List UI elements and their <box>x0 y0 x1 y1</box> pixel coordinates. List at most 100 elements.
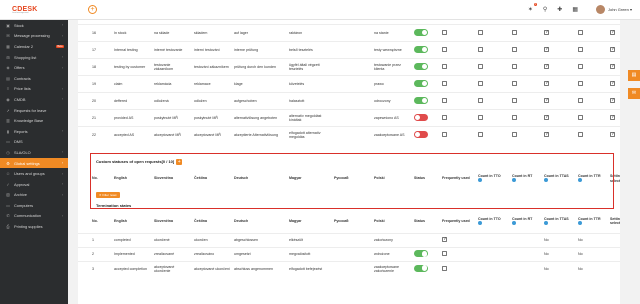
envelope-icon: ✉ <box>6 33 10 39</box>
sidebar-item-cmdb[interactable]: ◉ CMDB › <box>0 94 68 105</box>
checkbox[interactable] <box>578 132 583 138</box>
chat-icon[interactable]: ✉ <box>628 88 640 99</box>
sidebar-item-communication[interactable]: ✆ Communication › <box>0 211 68 222</box>
sidebar-item-calendar-2[interactable]: ▦ Calendar 2 Beta <box>0 41 68 52</box>
sidebar-item-computers[interactable]: ▭ Computers <box>0 200 68 211</box>
grid-icon[interactable]: ▦ <box>572 6 578 13</box>
sidebar-item-shopping-list[interactable]: ⊞ Shopping list › <box>0 52 68 63</box>
column-header: Русский <box>332 210 372 234</box>
sidebar-item-requests-for-leave[interactable]: ➚ Requests for leave <box>0 105 68 116</box>
checkbox-checked[interactable] <box>610 47 615 52</box>
checkbox-checked[interactable] <box>610 30 615 35</box>
info-icon[interactable] <box>578 220 582 225</box>
sidebar-item-message-processing[interactable]: ✉ Message processing › <box>0 31 68 42</box>
sidebar-item-knowledge-base[interactable]: ▥ Knowledge Base <box>0 115 68 126</box>
checkbox-checked[interactable] <box>544 64 549 69</box>
checkbox[interactable] <box>442 97 447 103</box>
checkbox[interactable] <box>578 63 583 69</box>
cell-cs: zrealizováno <box>192 247 232 262</box>
status-toggle[interactable] <box>414 250 428 258</box>
checkbox[interactable] <box>512 80 517 86</box>
checkbox-checked[interactable] <box>544 81 549 86</box>
checkbox[interactable] <box>512 97 517 103</box>
checkbox-checked[interactable] <box>610 98 615 103</box>
column-header-label: Count in RT <box>512 216 533 221</box>
checkbox[interactable] <box>578 80 583 86</box>
cell-hu: alternatív megoldást kínáltak <box>287 109 332 127</box>
settings-icon[interactable]: ✚ <box>557 6 562 13</box>
cart-icon[interactable]: ▤ <box>628 70 640 81</box>
chat-icon: ✆ <box>6 213 10 219</box>
status-toggle[interactable] <box>414 45 428 53</box>
checkbox[interactable] <box>578 46 583 52</box>
checkbox-checked[interactable] <box>544 30 549 35</box>
column-header: Polski <box>372 210 412 234</box>
checkbox[interactable] <box>478 132 483 138</box>
cell-en: accepted completion <box>112 261 152 276</box>
checkbox[interactable] <box>442 265 447 271</box>
checkbox[interactable] <box>578 97 583 103</box>
sidebar-item-printing-supplies[interactable]: ⎙ Printing supplies <box>0 221 68 232</box>
sidebar-item-global-settings[interactable]: ⚙ Global settings › <box>0 157 68 169</box>
status-toggle[interactable] <box>414 28 428 36</box>
checkbox[interactable] <box>478 29 483 35</box>
checkbox[interactable] <box>442 114 447 120</box>
checkbox[interactable] <box>512 29 517 35</box>
checkbox[interactable] <box>512 114 517 120</box>
pin-icon[interactable]: ⚲ <box>543 6 547 13</box>
checkbox[interactable] <box>478 80 483 86</box>
status-toggle[interactable] <box>414 62 428 70</box>
cell-hu: raktáron <box>287 24 332 42</box>
megaphone-icon[interactable]: ✶ 1 <box>528 3 537 13</box>
status-toggle[interactable] <box>414 131 428 139</box>
sidebar-item-dms[interactable]: ▭ DMS <box>0 137 68 148</box>
checkbox[interactable] <box>442 251 447 257</box>
checkbox[interactable] <box>442 46 447 52</box>
checkbox-checked[interactable] <box>442 237 447 243</box>
status-toggle[interactable] <box>414 264 428 272</box>
checkbox-checked[interactable] <box>544 47 549 52</box>
column-header-label: Magyar <box>289 219 302 224</box>
box-icon: ▣ <box>6 22 10 28</box>
sidebar-item-reports[interactable]: ▮ Reports › <box>0 126 68 137</box>
checkbox[interactable] <box>442 63 447 69</box>
sidebar-item-approval[interactable]: ✓ Approval › <box>0 179 68 190</box>
cell-de: abschluss angenommen <box>232 261 287 276</box>
user-menu[interactable]: John Green ▾ <box>595 5 632 14</box>
checkbox-checked[interactable] <box>610 115 615 120</box>
checkbox[interactable] <box>578 114 583 120</box>
checkbox[interactable] <box>512 132 517 138</box>
checkbox-checked[interactable] <box>544 132 549 138</box>
app-logo[interactable]: CDESK Lead management <box>12 6 38 14</box>
checkbox-checked[interactable] <box>544 115 549 120</box>
checkbox-checked[interactable] <box>610 64 615 69</box>
checkbox[interactable] <box>442 29 447 35</box>
sidebar-item-users-and-groups[interactable]: ☺ Users and groups › <box>0 168 68 179</box>
checkbox[interactable] <box>478 63 483 69</box>
checkbox[interactable] <box>512 46 517 52</box>
info-icon[interactable] <box>512 220 516 225</box>
add-icon[interactable]: + <box>88 5 97 14</box>
sidebar-item-contracts[interactable]: ▤ Contracts <box>0 73 68 84</box>
sidebar-item-price-lists[interactable]: ≡ Price lists › <box>0 84 68 95</box>
status-toggle[interactable] <box>414 96 428 104</box>
checkbox-checked[interactable] <box>610 132 615 138</box>
sidebar-item-sla-olo[interactable]: ◷ SLA/OLO › <box>0 147 68 158</box>
status-toggle[interactable] <box>414 79 428 87</box>
info-icon[interactable] <box>544 220 548 225</box>
sidebar-item-stock[interactable]: ▣ Stock › <box>0 20 68 31</box>
sidebar-item-offers[interactable]: ◈ Offers › <box>0 62 68 73</box>
info-icon[interactable] <box>478 220 482 225</box>
checkbox[interactable] <box>442 80 447 86</box>
checkbox[interactable] <box>442 132 447 138</box>
status-toggle[interactable] <box>414 113 428 121</box>
checkbox[interactable] <box>578 29 583 35</box>
checkbox[interactable] <box>512 63 517 69</box>
checkbox[interactable] <box>478 114 483 120</box>
checkbox-checked[interactable] <box>610 81 615 86</box>
checkbox[interactable] <box>478 46 483 52</box>
sidebar-item-archive[interactable]: ▧ Archive › <box>0 190 68 201</box>
table-row: 21 provided AS poskytnuté MŘ poskytnuté MŘ a… <box>78 109 620 127</box>
checkbox[interactable] <box>478 97 483 103</box>
checkbox-checked[interactable] <box>544 98 549 103</box>
